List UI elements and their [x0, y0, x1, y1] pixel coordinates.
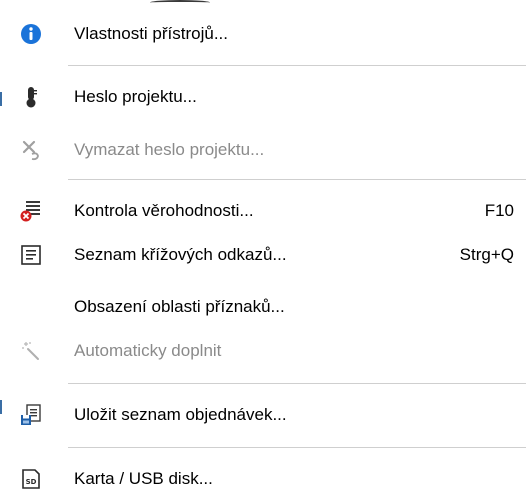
cross-reference-list-icon: [20, 244, 42, 266]
menu-item-shortcut: Strg+Q: [459, 245, 514, 264]
menu-item-label: Seznam křížových odkazů...: [74, 245, 287, 264]
menu-item-save-order-list[interactable]: Uložit seznam objednávek...: [6, 394, 526, 438]
thermometer-icon: [20, 86, 42, 108]
menu-item-cross-reference-list[interactable]: Seznam křížových odkazů... Strg+Q: [6, 234, 526, 278]
top-edge-fragment: [150, 0, 210, 5]
clear-password-icon: [20, 139, 42, 161]
menu-item-auto-complete[interactable]: Automaticky doplnit: [6, 330, 526, 374]
menu-item-label: Obsazení oblasti příznaků...: [74, 297, 285, 316]
menu-item-project-password[interactable]: Heslo projektu...: [6, 76, 526, 120]
menu-item-clear-project-password[interactable]: Vymazat heslo projektu...: [6, 129, 526, 173]
left-edge: [0, 0, 3, 503]
menu-item-label: Uložit seznam objednávek...: [74, 405, 287, 424]
menu-item-shortcut: F10: [484, 201, 514, 220]
menu-separator: [68, 179, 526, 180]
plausibility-check-icon: [20, 200, 42, 222]
context-menu: Vlastnosti přístrojů... Heslo projektu..…: [0, 0, 531, 503]
menu-separator: [68, 383, 526, 384]
menu-separator: [68, 65, 526, 66]
left-edge-mark: [0, 92, 2, 106]
svg-text:SD: SD: [26, 478, 37, 486]
menu-item-label: Heslo projektu...: [74, 87, 197, 106]
menu-item-label: Karta / USB disk...: [74, 469, 213, 488]
menu-separator: [68, 447, 526, 448]
menu-item-plausibility-check[interactable]: Kontrola věrohodnosti... F10: [6, 190, 526, 234]
menu-item-device-properties[interactable]: Vlastnosti přístrojů...: [6, 13, 526, 57]
menu-item-label: Vlastnosti přístrojů...: [74, 24, 229, 43]
menu-item-card-usb-disk[interactable]: SD Karta / USB disk...: [6, 458, 526, 502]
menu-item-label: Automaticky doplnit: [74, 341, 222, 360]
menu-item-flag-area-occupancy[interactable]: Obsazení oblasti příznaků...: [6, 286, 526, 330]
save-order-list-icon: [20, 404, 42, 426]
menu-item-label: Kontrola věrohodnosti...: [74, 201, 254, 220]
auto-complete-icon: [20, 340, 42, 362]
menu-item-label: Vymazat heslo projektu...: [74, 140, 265, 159]
info-icon: [20, 23, 42, 45]
sd-card-icon: SD: [20, 468, 42, 490]
left-edge-mark: [0, 400, 2, 414]
